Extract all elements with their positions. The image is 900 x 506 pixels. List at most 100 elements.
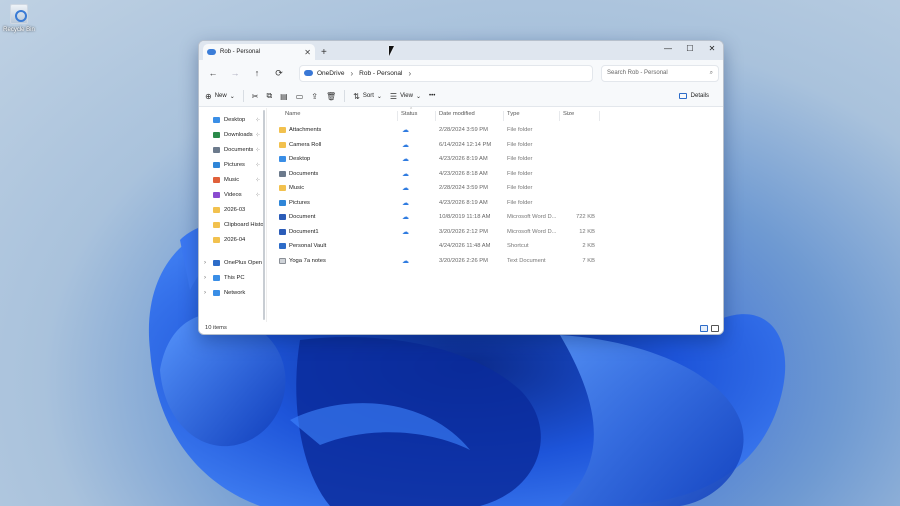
sidebar-item-clipboard-history[interactable]: Clipboard Histo [199,217,266,232]
chevron-down-icon: ⌄ [376,93,382,100]
sidebar-item-label: Documents [224,146,254,153]
sidebar-item-oneplus-open[interactable]: › OnePlus Open [199,255,266,270]
sidebar-item-label: OnePlus Open [224,259,263,266]
sidebar-item-this-pc[interactable]: › This PC [199,270,266,285]
view-button[interactable]: ☰ View ⌄ [390,92,421,101]
network-icon [213,289,220,296]
chevron-down-icon: ⌄ [229,93,235,100]
details-view-icon[interactable] [700,325,708,332]
cloud-status-icon: ☁ [402,156,409,164]
paste-button[interactable]: ▤ [280,92,288,101]
file-row[interactable]: Documents ☁ 4/23/2026 8:18 AM File folde… [267,167,723,182]
file-row[interactable]: Document ☁ 10/8/2019 11:18 AM Microsoft … [267,210,723,225]
sidebar-item-network[interactable]: › Network [199,285,266,300]
cloud-status-icon: ☁ [402,214,409,222]
sidebar-item-downloads[interactable]: Downloads ⊹ [199,127,266,142]
delete-button[interactable]: 🗑 [326,92,336,101]
sidebar-item-2026-03[interactable]: 2026-03 [199,202,266,217]
file-name: Attachments [289,127,322,134]
command-bar: ⊕ New ⌄ ✂ ⧉ ▤ ▭ ⇪ 🗑 ⇅ Sort ⌄ ☰ View ⌄ ••… [199,86,723,107]
sidebar-item-label: Music [224,176,240,183]
file-row[interactable]: Yoga 7a notes ☁ 3/20/2026 2:26 PM Text D… [267,254,723,269]
file-date: 4/23/2026 8:19 AM [439,156,488,163]
file-row[interactable]: Desktop ☁ 4/23/2026 8:19 AM File folder [267,152,723,167]
chevron-right-icon[interactable]: › [204,290,206,296]
column-header-size[interactable]: Size [563,111,574,117]
sidebar-item-music[interactable]: Music ⊹ [199,172,266,187]
pin-icon: ⊹ [255,191,260,198]
file-name: Document [289,214,316,221]
close-tab-icon[interactable]: ✕ [304,48,311,57]
sidebar-item-pictures[interactable]: Pictures ⊹ [199,157,266,172]
file-size: 12 KB [579,228,595,235]
sidebar-item-2026-04[interactable]: 2026-04 [199,232,266,247]
explorer-body: Desktop ⊹ Downloads ⊹ Documents ⊹ Pictures ⊹… [199,107,723,323]
new-button[interactable]: ⊕ New ⌄ [205,92,235,101]
file-row[interactable]: Camera Roll ☁ 6/14/2024 12:14 PM File fo… [267,138,723,153]
file-type: File folder [507,141,533,148]
file-type: Microsoft Word D... [507,228,557,235]
file-name: Documents [289,170,319,177]
close-button[interactable]: ✕ [701,41,723,55]
sidebar-item-desktop[interactable]: Desktop ⊹ [199,112,266,127]
breadcrumb-chevron-icon[interactable]: › [350,69,353,78]
folder-icon [279,141,286,148]
breadcrumb-rob-personal[interactable]: Rob - Personal [359,70,402,77]
title-bar: Rob - Personal ✕ + — ☐ ✕ [199,41,723,60]
delete-icon: 🗑 [326,91,337,101]
file-name: Pictures [289,199,310,206]
refresh-button[interactable]: ⟳ [269,64,289,82]
more-options-button[interactable]: ••• [429,93,435,99]
sort-button[interactable]: ⇅ Sort ⌄ [353,92,382,101]
window-controls: — ☐ ✕ [657,41,723,55]
forward-button[interactable]: → [225,64,245,82]
rename-button[interactable]: ▭ [296,92,304,101]
minimize-button[interactable]: — [657,41,679,55]
file-row[interactable]: Personal Vault 4/24/2026 11:48 AM Shortc… [267,239,723,254]
cut-button[interactable]: ✂ [252,92,259,101]
new-tab-button[interactable]: + [321,47,327,58]
cloud-status-icon: ☁ [402,199,409,207]
column-header-status[interactable]: Status [401,111,417,117]
column-header-type[interactable]: Type [507,111,520,117]
chevron-right-icon[interactable]: › [204,275,206,281]
copy-button[interactable]: ⧉ [266,91,272,101]
file-type: Shortcut [507,243,529,250]
up-button[interactable]: ↑ [247,64,267,82]
column-header-date[interactable]: Date modified [439,111,475,117]
share-button[interactable]: ⇪ [311,92,318,101]
address-bar[interactable]: OneDrive › Rob - Personal › [299,64,593,82]
file-row[interactable]: Pictures ☁ 4/23/2026 8:19 AM File folder [267,196,723,211]
maximize-button[interactable]: ☐ [679,41,701,55]
view-toggle [700,325,719,332]
file-type: Microsoft Word D... [507,214,557,221]
tiles-view-icon[interactable] [711,325,719,332]
recycle-bin[interactable]: Recycle Bin [2,4,36,33]
onedrive-icon [207,49,216,55]
sidebar-scrollbar[interactable] [263,110,265,320]
breadcrumb-onedrive[interactable]: OneDrive [317,70,344,77]
sidebar-item-documents[interactable]: Documents ⊹ [199,142,266,157]
search-input[interactable]: Search Rob - Personal [607,70,668,76]
column-header-row: ⌃ Name Status Date modified Type Size [267,107,723,123]
details-button[interactable]: Details [678,93,709,99]
file-date: 2/28/2024 3:59 PM [439,185,488,192]
tab-rob-personal[interactable]: Rob - Personal ✕ [203,44,315,60]
cut-icon: ✂ [251,91,259,101]
file-row[interactable]: Document1 ☁ 3/20/2026 2:12 PM Microsoft … [267,225,723,240]
file-row[interactable]: Attachments ☁ 2/28/2024 3:59 PM File fol… [267,123,723,138]
back-button[interactable]: ← [203,64,223,82]
navigation-pane: Desktop ⊹ Downloads ⊹ Documents ⊹ Pictures ⊹… [199,108,267,323]
chevron-right-icon[interactable]: › [204,260,206,266]
file-list: ⌃ Name Status Date modified Type Size At… [267,107,723,323]
breadcrumb-chevron-icon[interactable]: › [409,69,412,78]
file-row[interactable]: Music ☁ 2/28/2024 3:59 PM File folder [267,181,723,196]
search-icon: ⌕ [709,69,713,76]
recycle-bin-icon [10,4,28,24]
sort-label: Sort [362,93,374,99]
sidebar-item-videos[interactable]: Videos ⊹ [199,187,266,202]
cloud-status-icon: ☁ [402,228,409,236]
search-box[interactable]: Search Rob - Personal ⌕ [601,64,719,82]
file-type: File folder [507,127,533,134]
column-header-name[interactable]: Name [285,111,300,117]
